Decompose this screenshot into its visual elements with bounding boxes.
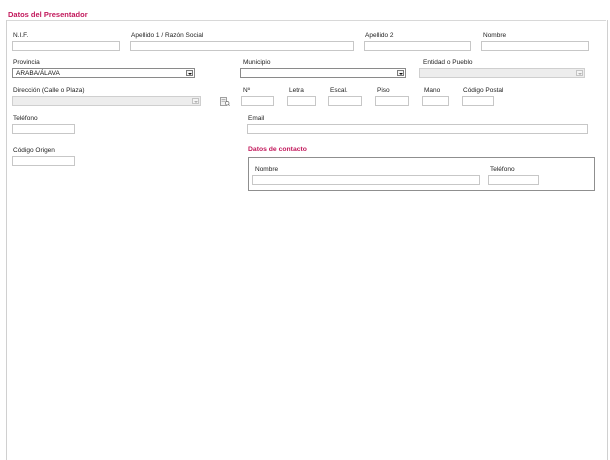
piso-label: Piso bbox=[377, 87, 390, 94]
form-frame bbox=[6, 20, 608, 460]
codigo-postal-label: Código Postal bbox=[463, 87, 504, 94]
mano-label: Mano bbox=[424, 87, 441, 94]
contacto-nombre-label: Nombre bbox=[255, 166, 279, 173]
provincia-select[interactable]: ARABA/ÁLAVA bbox=[12, 68, 195, 78]
direccion-select bbox=[12, 96, 201, 106]
nif-label: N.I.F. bbox=[13, 32, 29, 39]
email-input[interactable] bbox=[247, 124, 588, 134]
section-title: Datos del Presentador bbox=[8, 10, 88, 19]
telefono-input[interactable] bbox=[12, 124, 75, 134]
apellido1-input[interactable] bbox=[130, 41, 354, 51]
contact-section-title: Datos de contacto bbox=[248, 146, 307, 153]
contact-box bbox=[248, 157, 595, 191]
piso-input[interactable] bbox=[375, 96, 409, 106]
municipio-select[interactable] bbox=[240, 68, 406, 78]
numero-input[interactable] bbox=[241, 96, 274, 106]
codigo-origen-input[interactable] bbox=[12, 156, 75, 166]
nif-input[interactable] bbox=[12, 41, 120, 51]
chevron-down-icon[interactable] bbox=[397, 70, 404, 76]
provincia-value: ARABA/ÁLAVA bbox=[16, 70, 60, 77]
chevron-down-icon[interactable] bbox=[186, 70, 193, 76]
entidad-label: Entidad o Pueblo bbox=[423, 59, 473, 66]
telefono-label: Teléfono bbox=[13, 115, 38, 122]
codigo-origen-label: Código Origen bbox=[13, 147, 55, 154]
contacto-telefono-label: Teléfono bbox=[490, 166, 515, 173]
codigo-postal-input[interactable] bbox=[462, 96, 494, 106]
entidad-select bbox=[419, 68, 585, 78]
letra-label: Letra bbox=[289, 87, 304, 94]
escalera-label: Escal. bbox=[330, 87, 348, 94]
email-label: Email bbox=[248, 115, 265, 122]
apellido1-label: Apellido 1 / Razón Social bbox=[131, 32, 204, 39]
nombre-input[interactable] bbox=[481, 41, 589, 51]
mano-input[interactable] bbox=[422, 96, 449, 106]
nombre-label: Nombre bbox=[483, 32, 507, 39]
chevron-down-icon bbox=[192, 98, 199, 104]
numero-label: Nº bbox=[243, 87, 251, 94]
letra-input[interactable] bbox=[287, 96, 316, 106]
apellido2-input[interactable] bbox=[364, 41, 471, 51]
provincia-label: Provincia bbox=[13, 59, 40, 66]
apellido2-label: Apellido 2 bbox=[365, 32, 394, 39]
contacto-nombre-input[interactable] bbox=[252, 175, 480, 185]
escalera-input[interactable] bbox=[328, 96, 362, 106]
municipio-label: Municipio bbox=[243, 59, 271, 66]
address-lookup-icon[interactable] bbox=[220, 97, 230, 106]
chevron-down-icon bbox=[576, 70, 583, 76]
direccion-label: Dirección (Calle o Plaza) bbox=[13, 87, 85, 94]
contacto-telefono-input[interactable] bbox=[488, 175, 539, 185]
